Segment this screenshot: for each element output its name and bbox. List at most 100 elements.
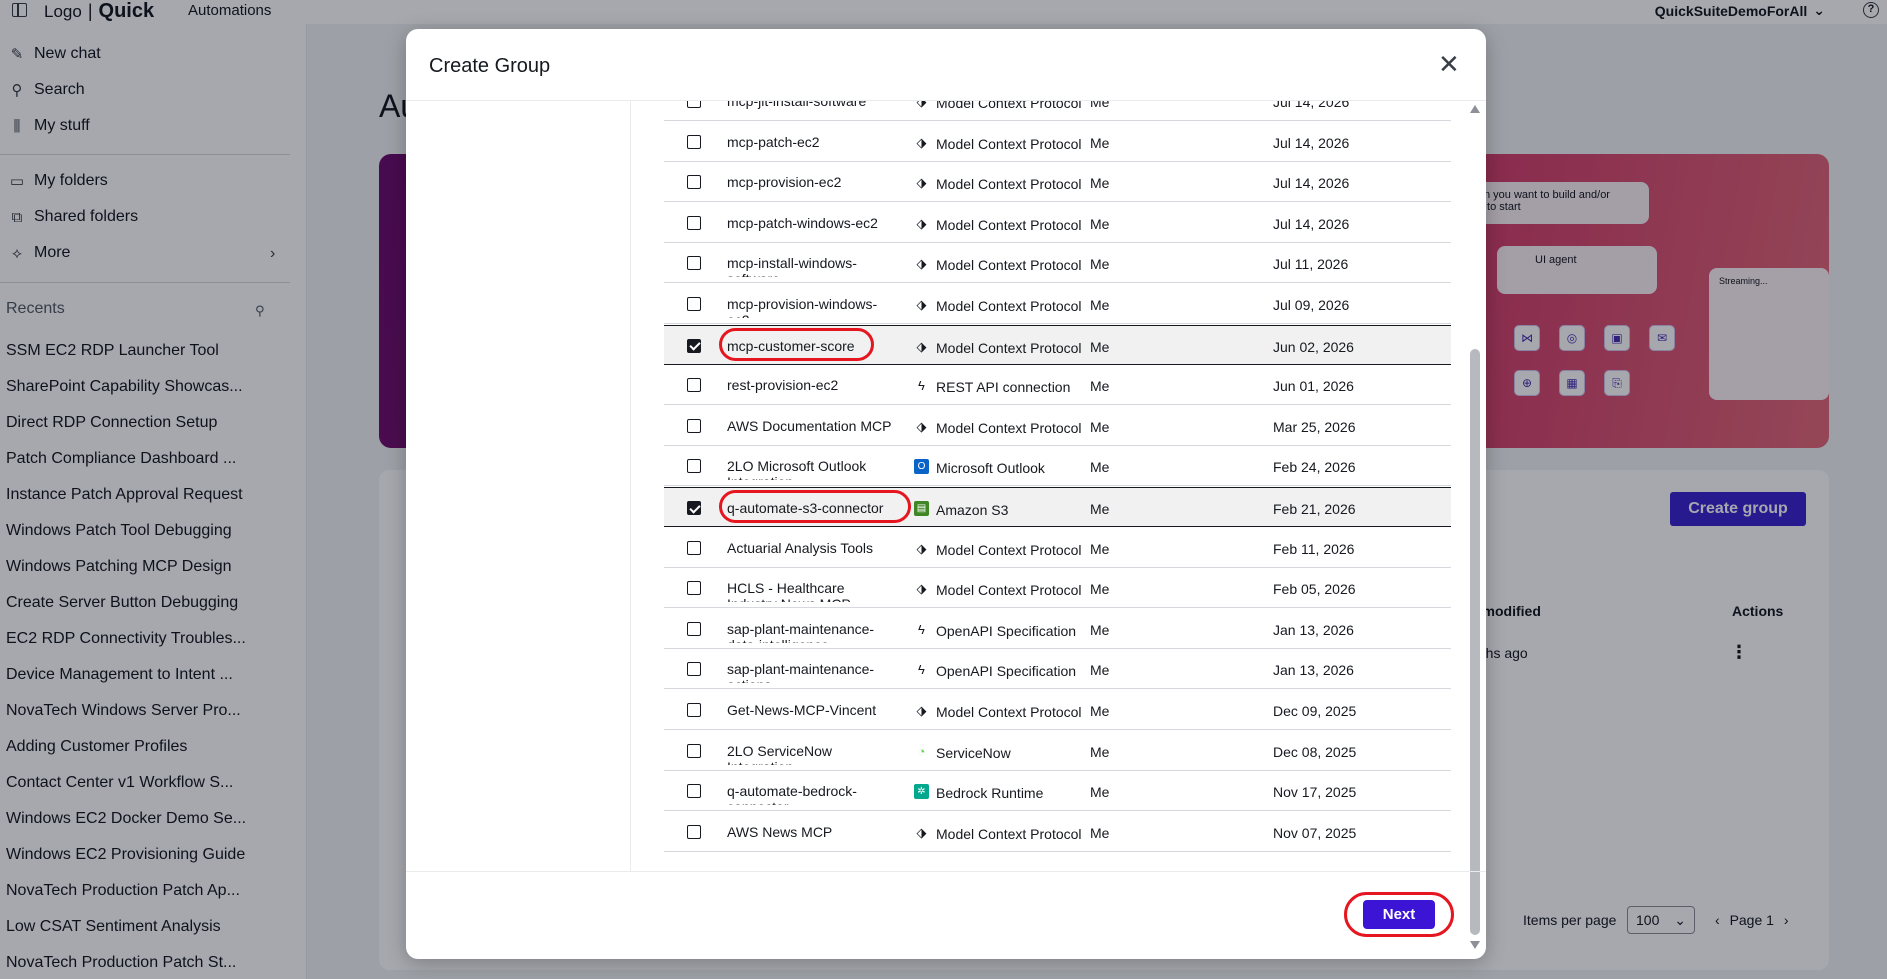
row-tool-type: Model Context Protocol: [936, 582, 1082, 599]
mcp-icon: ⬗: [916, 101, 927, 109]
row-tool-type: Model Context Protocol: [936, 704, 1082, 720]
row-owner: Me: [1090, 297, 1110, 313]
row-checkbox[interactable]: [687, 134, 701, 149]
row-checkbox[interactable]: [687, 418, 701, 433]
table-row[interactable]: 2LO Microsoft Outlook Integration O Micros…: [664, 446, 1451, 487]
row-date: Nov 07, 2025: [1273, 824, 1357, 841]
row-checkbox[interactable]: [687, 256, 701, 271]
row-tool-type: REST API connection: [936, 379, 1071, 396]
table-row[interactable]: q-automate-bedrock-connector ✲ Bedrock Run…: [664, 771, 1451, 812]
table-row[interactable]: mcp-install-windows-software ⬗ Model Conte…: [664, 243, 1451, 284]
table-row[interactable]: HCLS - Healthcare Industry News MCP ⬗ Mode…: [664, 568, 1451, 609]
row-name: mcp-patch-windows-ec2: [727, 214, 878, 231]
row-checkbox[interactable]: [687, 703, 701, 717]
table-row[interactable]: mcp-jit-install-software ⬗ Model Context P…: [664, 101, 1451, 121]
row-tool-type: Model Context Protocol: [936, 101, 1082, 111]
row-checkbox[interactable]: [687, 338, 701, 353]
table-row[interactable]: rest-provision-ec2 ϟ REST API connection Me…: [664, 365, 1451, 406]
row-tool-type: Model Context Protocol: [936, 825, 1082, 842]
lightning-icon: ϟ: [918, 662, 925, 678]
row-checkbox[interactable]: [687, 743, 701, 758]
row-checkbox[interactable]: [687, 540, 701, 555]
modal-left-panel-divider: [630, 101, 631, 871]
row-checkbox[interactable]: [687, 297, 701, 311]
table-row[interactable]: q-automate-s3-connector ▤ Amazon S3 Me Feb 2…: [664, 487, 1451, 527]
lightning-icon: ϟ: [918, 621, 925, 637]
row-name: mcp-patch-ec2: [727, 133, 820, 150]
row-highlight-ring: [719, 327, 875, 361]
row-tool-type: Microsoft Outlook: [936, 460, 1045, 477]
row-tool-type: Model Context Protocol: [936, 339, 1082, 356]
row-name: AWS Documentation MCP: [727, 417, 892, 434]
table-row[interactable]: sap-plant-maintenance-data-intelligence ϟ…: [664, 609, 1451, 649]
row-tool-type: Model Context Protocol: [936, 541, 1082, 558]
mcp-icon: ⬗: [916, 338, 927, 354]
connectors-table: mcp-jit-install-software ⬗ Model Context P…: [664, 101, 1458, 871]
row-checkbox[interactable]: [687, 215, 701, 230]
row-date: Feb 24, 2026: [1273, 459, 1356, 476]
table-row[interactable]: mcp-patch-ec2 ⬗ Model Context Protocol Me Ju…: [664, 122, 1451, 162]
lightning-icon: ϟ: [918, 378, 925, 394]
row-checkbox[interactable]: [687, 501, 701, 515]
row-tool-type: Bedrock Runtime: [936, 785, 1044, 802]
row-date: Mar 25, 2026: [1273, 418, 1356, 435]
mcp-icon: ⬗: [916, 297, 927, 312]
table-row[interactable]: 2LO ServiceNow Integration ◔ ServiceNow Me D…: [664, 731, 1451, 771]
bedrock-icon: ✲: [914, 784, 929, 800]
row-tool-type: Model Context Protocol: [936, 135, 1082, 152]
table-row[interactable]: mcp-patch-windows-ec2 ⬗ Model Context Prot…: [664, 203, 1451, 243]
row-date: Jul 09, 2026: [1273, 297, 1350, 313]
row-checkbox[interactable]: [687, 378, 701, 393]
row-name: 2LO Microsoft Outlook Integration: [727, 458, 867, 480]
row-date: Jul 14, 2026: [1273, 134, 1350, 151]
mcp-icon: ⬗: [916, 256, 927, 272]
row-name: mcp-provision-ec2: [727, 174, 842, 191]
row-highlight-ring: [719, 490, 912, 523]
next-button[interactable]: Next: [1363, 900, 1435, 929]
row-name: mcp-jit-install-software: [727, 101, 867, 109]
row-checkbox[interactable]: [687, 459, 701, 474]
table-row[interactable]: mcp-customer-score ⬗ Model Context Protoco…: [664, 324, 1451, 365]
scroll-down-icon[interactable]: [1470, 941, 1480, 949]
scrollbar-thumb[interactable]: [1470, 349, 1480, 935]
row-owner: Me: [1090, 378, 1110, 395]
row-date: Dec 09, 2025: [1273, 703, 1357, 719]
row-owner: Me: [1090, 662, 1110, 679]
table-row[interactable]: Get-News-MCP-Vincent ⬗ Model Context Proto…: [664, 690, 1451, 730]
mcp-icon: ⬗: [916, 540, 927, 556]
scroll-up-icon[interactable]: [1470, 105, 1480, 113]
table-row[interactable]: AWS Documentation MCP ⬗ Model Context Prot…: [664, 406, 1451, 446]
row-checkbox[interactable]: [687, 175, 701, 190]
row-name: AWS News MCP: [727, 823, 833, 840]
table-row[interactable]: sap-plant-maintenance-actions ϟ OpenAPI Sp…: [664, 649, 1451, 690]
mcp-icon: ⬗: [916, 581, 927, 597]
row-owner: Me: [1090, 501, 1110, 517]
mcp-icon: ⬗: [916, 215, 927, 231]
row-owner: Me: [1090, 459, 1110, 476]
row-name: sap-plant-maintenance-data-intelligence: [727, 620, 875, 643]
table-row[interactable]: mcp-provision-windows-ec2 ⬗ Model Context …: [664, 284, 1451, 324]
row-name: HCLS - Healthcare Industry News MCP: [727, 580, 851, 602]
row-checkbox[interactable]: [687, 101, 701, 108]
table-row[interactable]: AWS News MCP ⬗ Model Context Protocol Me Nov…: [664, 812, 1451, 852]
row-tool-type: OpenAPI Specification: [936, 622, 1077, 639]
row-owner: Me: [1090, 743, 1110, 760]
row-owner: Me: [1090, 215, 1110, 232]
row-name: mcp-provision-windows-ec2: [727, 296, 878, 318]
row-owner: Me: [1090, 581, 1110, 598]
row-checkbox[interactable]: [687, 784, 701, 799]
close-icon[interactable]: ✕: [1438, 51, 1460, 77]
table-row[interactable]: mcp-provision-ec2 ⬗ Model Context Protocol…: [664, 162, 1451, 203]
mcp-icon: ⬗: [916, 703, 927, 718]
row-tool-type: OpenAPI Specification: [936, 663, 1077, 680]
row-checkbox[interactable]: [687, 824, 701, 839]
row-tool-type: Model Context Protocol: [936, 257, 1082, 274]
row-date: Feb 11, 2026: [1273, 540, 1355, 557]
table-row[interactable]: Actuarial Analysis Tools ⬗ Model Context P…: [664, 528, 1451, 568]
row-checkbox[interactable]: [687, 662, 701, 677]
row-date: Feb 05, 2026: [1273, 581, 1356, 598]
row-owner: Me: [1090, 175, 1110, 192]
row-owner: Me: [1090, 621, 1110, 638]
row-checkbox[interactable]: [687, 621, 701, 636]
row-checkbox[interactable]: [687, 581, 701, 596]
